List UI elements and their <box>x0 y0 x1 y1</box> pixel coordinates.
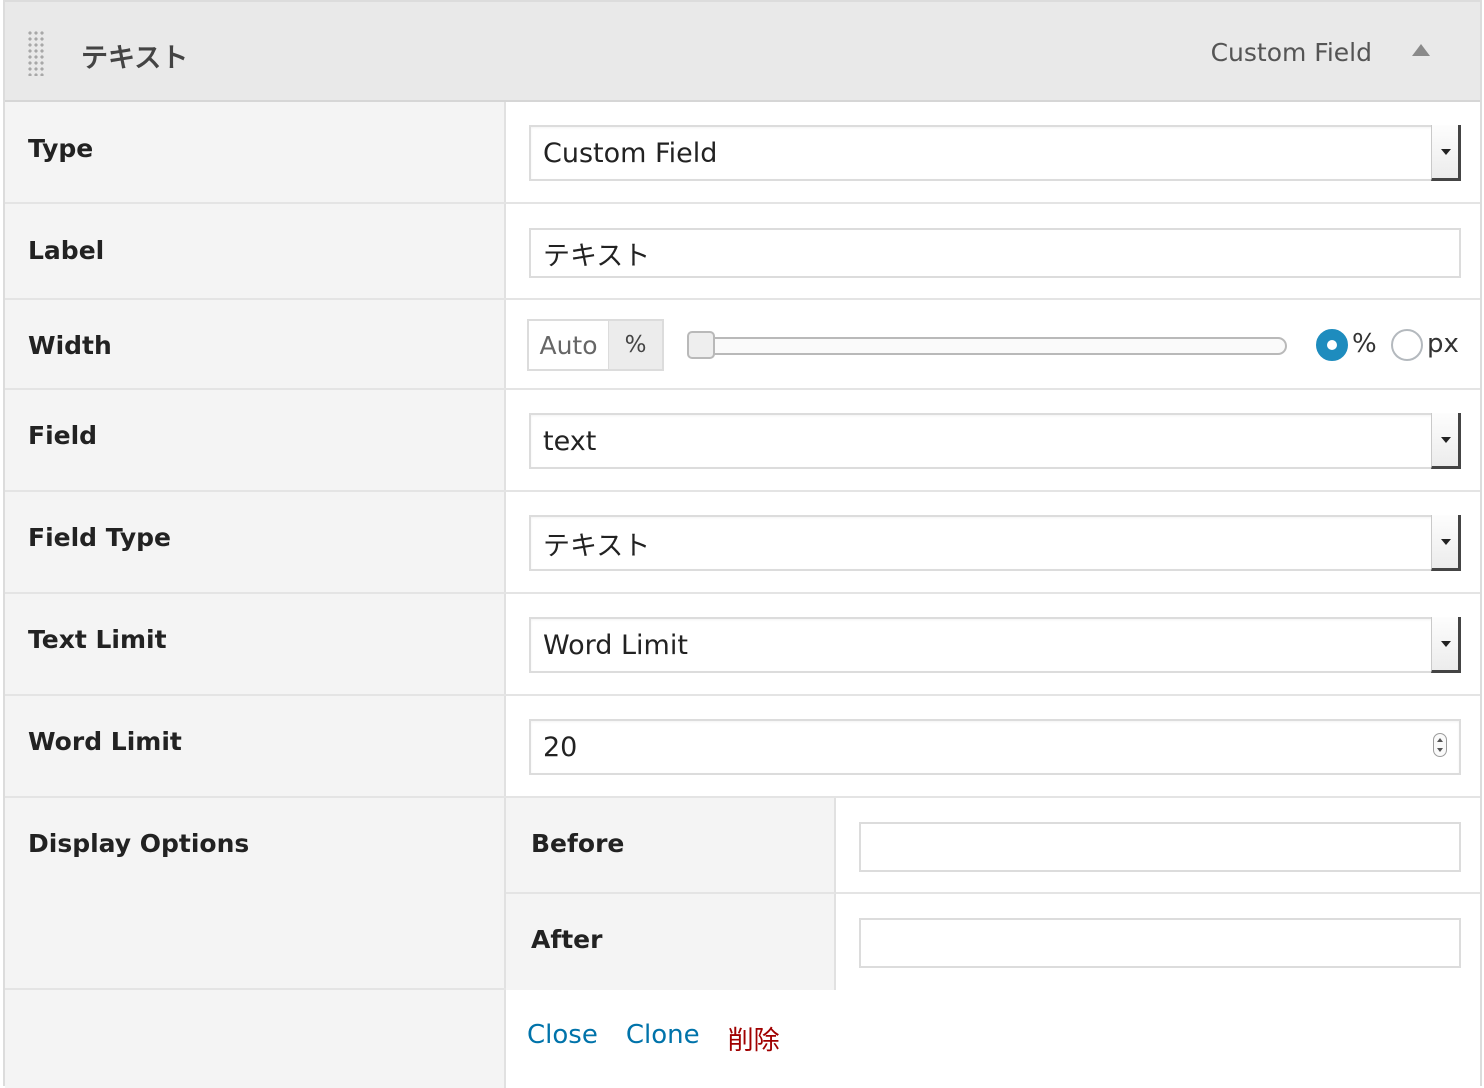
after-input[interactable] <box>859 918 1461 968</box>
word-limit-label: Word Limit <box>28 727 182 756</box>
row-display-options: Display Options Before After <box>5 798 1480 990</box>
row-field: Field text <box>5 390 1480 492</box>
type-label: Type <box>28 134 94 163</box>
width-label: Width <box>28 331 112 360</box>
before-label: Before <box>531 829 625 858</box>
width-percent-button[interactable]: % <box>609 321 662 369</box>
close-link[interactable]: Close <box>527 1020 598 1057</box>
row-type: Type Custom Field <box>5 102 1480 204</box>
number-spinner-icon[interactable] <box>1433 733 1447 757</box>
column-title: テキスト <box>81 43 189 74</box>
column-type-label: Custom Field <box>1210 38 1372 67</box>
row-text-limit: Text Limit Word Limit <box>5 594 1480 696</box>
field-type-label: Field Type <box>28 523 172 552</box>
width-slider-track[interactable] <box>687 337 1287 355</box>
drag-handle-icon[interactable] <box>27 30 45 76</box>
label-input-value: テキスト <box>543 240 651 272</box>
delete-link[interactable]: 削除 <box>728 1020 780 1057</box>
display-options-label: Display Options <box>28 829 250 858</box>
label-label: Label <box>28 236 105 265</box>
field-type-select[interactable]: テキスト <box>529 515 1461 571</box>
word-limit-input[interactable]: 20 <box>529 719 1461 775</box>
column-header[interactable]: テキスト Custom Field <box>5 2 1480 102</box>
type-select-value: Custom Field <box>543 137 718 169</box>
field-label: Field <box>28 421 98 450</box>
chevron-down-icon[interactable] <box>1431 515 1461 571</box>
chevron-down-icon[interactable] <box>1431 617 1461 673</box>
unit-radio-percent[interactable] <box>1316 329 1348 361</box>
column-settings-panel: テキスト Custom Field Type Custom Field Labe… <box>3 0 1482 1088</box>
width-unit-toggle: Auto % <box>527 319 664 371</box>
field-select[interactable]: text <box>529 413 1461 469</box>
field-select-value: text <box>543 425 597 457</box>
before-input[interactable] <box>859 822 1461 872</box>
text-limit-select-value: Word Limit <box>543 629 688 661</box>
row-field-type: Field Type テキスト <box>5 492 1480 594</box>
row-label: Label テキスト <box>5 204 1480 300</box>
row-width: Width Auto % % px <box>5 300 1480 390</box>
unit-radio-px-label: px <box>1427 329 1459 359</box>
chevron-down-icon[interactable] <box>1431 413 1461 469</box>
type-select[interactable]: Custom Field <box>529 125 1461 181</box>
action-links: Close Clone 削除 <box>527 1020 780 1057</box>
chevron-down-icon[interactable] <box>1431 125 1461 181</box>
collapse-arrow-icon[interactable] <box>1412 44 1430 56</box>
text-limit-label: Text Limit <box>28 625 167 654</box>
word-limit-value: 20 <box>543 731 578 763</box>
row-actions: Close Clone 削除 <box>5 990 1480 1088</box>
clone-link[interactable]: Clone <box>626 1020 700 1057</box>
width-slider-handle[interactable] <box>687 331 715 359</box>
row-word-limit: Word Limit 20 <box>5 696 1480 798</box>
text-limit-select[interactable]: Word Limit <box>529 617 1461 673</box>
width-auto-button[interactable]: Auto <box>529 321 609 369</box>
unit-radio-px[interactable] <box>1391 329 1423 361</box>
label-input[interactable]: テキスト <box>529 228 1461 278</box>
after-label: After <box>531 925 603 954</box>
field-type-select-value: テキスト <box>543 530 651 562</box>
unit-radio-percent-label: % <box>1352 329 1377 359</box>
